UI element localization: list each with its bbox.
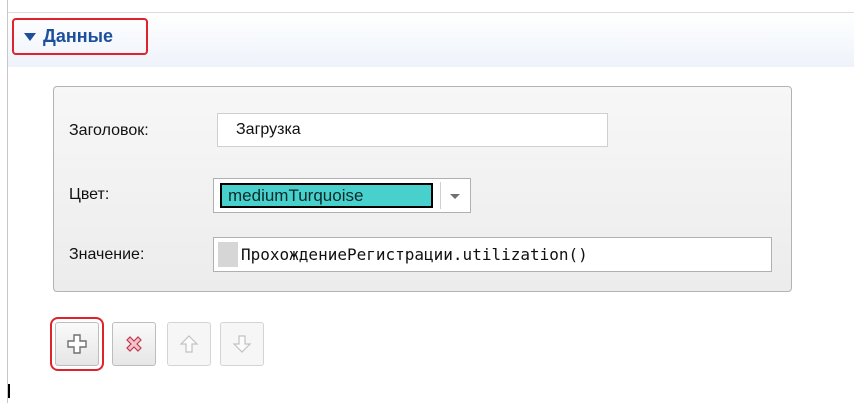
value-label: Значение:	[69, 246, 145, 263]
section-toggle-data[interactable]: Данные	[12, 18, 148, 55]
color-select[interactable]: mediumTurquoise	[213, 178, 471, 213]
move-down-button[interactable]	[220, 322, 264, 366]
text-cursor-mark	[8, 384, 10, 398]
value-expression-text: ПрохождениеРегистрации.utilization()	[241, 245, 588, 264]
color-swatch: mediumTurquoise	[220, 183, 433, 208]
collapse-triangle-icon	[24, 32, 36, 41]
title-label: Заголовок:	[69, 122, 149, 139]
editor-gutter	[218, 242, 238, 267]
add-button[interactable]	[50, 317, 104, 371]
delete-button[interactable]	[112, 322, 156, 366]
move-up-button[interactable]	[167, 322, 211, 366]
plus-icon	[67, 334, 87, 354]
section-title: Данные	[43, 26, 113, 46]
delete-x-icon	[126, 336, 142, 352]
combo-separator	[440, 182, 441, 209]
color-label: Цвет:	[69, 186, 110, 203]
title-input[interactable]: Загрузка	[217, 113, 608, 147]
chevron-down-icon[interactable]	[450, 194, 460, 199]
value-expression-input[interactable]: ПрохождениеРегистрации.utilization()	[213, 237, 772, 272]
arrow-up-icon	[179, 335, 199, 353]
arrow-down-icon	[232, 335, 252, 353]
